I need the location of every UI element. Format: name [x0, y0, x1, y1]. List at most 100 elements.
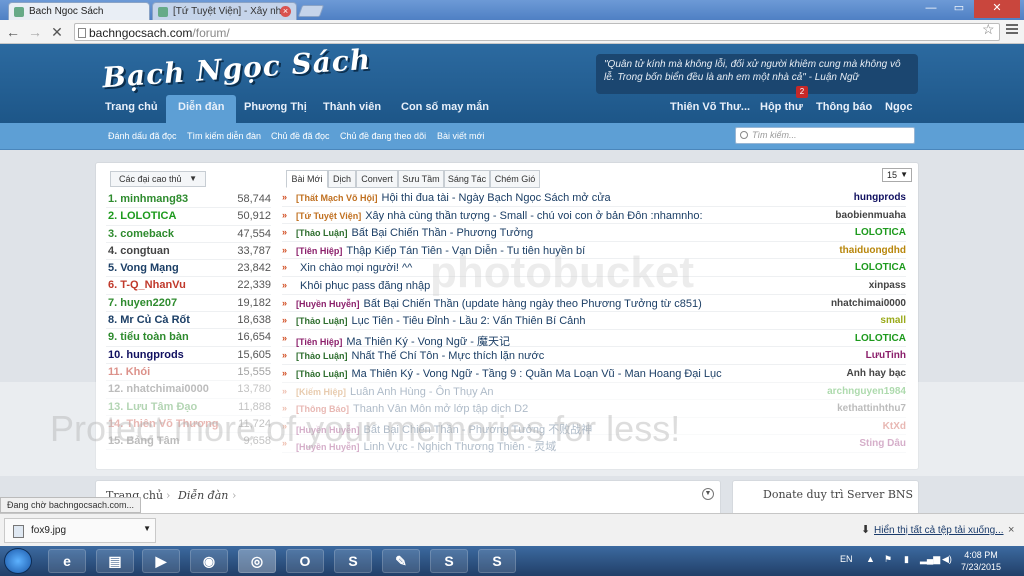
close-tab-icon[interactable]: × — [280, 6, 291, 17]
ranking-row[interactable]: 7. huyen2207 19,182 — [106, 295, 271, 313]
thread-title-link[interactable]: [Tiên Hiệp] Ma Thiên Ký - Vong Ngữ - 魔天记 — [296, 333, 510, 349]
ranking-username[interactable]: 4. congtuan — [108, 245, 170, 257]
thread-row[interactable]: » [Thất Mạch Võ Hội] Hội thi đua tài - Ngà… — [282, 189, 906, 207]
chrome-menu-icon[interactable] — [1006, 24, 1018, 36]
thread-title-link[interactable]: [Thất Mạch Võ Hội] Hội thi đua tài - Ngày… — [296, 192, 611, 204]
ranking-username[interactable]: 2. LOLOTICA — [108, 210, 176, 222]
tab-convert[interactable]: Convert — [356, 170, 398, 188]
paint-icon[interactable]: ✎ — [382, 549, 420, 573]
thread-title-link[interactable]: [Thảo Luận] Ma Thiên Ký - Vong Ngữ - Tầng… — [296, 368, 722, 380]
ranking-row[interactable]: 1. minhmang83 58,744 — [106, 191, 271, 209]
ranking-username[interactable]: 5. Vong Mạng — [108, 262, 179, 274]
file-explorer-icon[interactable]: ▤ — [96, 549, 134, 573]
chrome-icon[interactable]: ◎ — [238, 549, 276, 573]
ranking-row[interactable]: 10. hungprods 15,605 — [106, 347, 271, 364]
thread-last-poster[interactable]: hungprods — [854, 192, 906, 203]
ranking-username[interactable]: 8. Mr Củ Cà Rốt — [108, 314, 190, 326]
nav-dien-dan[interactable]: Diễn đàn — [166, 95, 237, 123]
tray-flag-icon[interactable]: ⚑ — [884, 554, 892, 565]
back-button[interactable]: ← — [4, 23, 22, 41]
network-icon[interactable]: ▮ — [904, 554, 909, 565]
tab-suu-tam[interactable]: Sưu Tầm — [398, 170, 444, 188]
close-download-bar-icon[interactable]: × — [1008, 524, 1014, 536]
ranking-username[interactable]: 10. hungprods — [108, 349, 184, 361]
ranking-row[interactable]: 4. congtuan 33,787 — [106, 243, 271, 261]
ranking-username[interactable]: 3. comeback — [108, 228, 174, 240]
ranking-row[interactable]: 11. Khói 15,555 — [106, 364, 271, 382]
subnav-mark-read[interactable]: Đánh dấu đã đọc — [108, 131, 177, 141]
tab-bach-ngoc-sach[interactable]: Bach Ngoc Sách — [8, 2, 150, 20]
skype-icon[interactable]: S — [334, 549, 372, 573]
ranking-row[interactable]: 8. Mr Củ Cà Rốt 18,638 — [106, 312, 271, 330]
tab-tu-tuyet-vien[interactable]: [Tứ Tuyệt Viện] - Xây nhà × — [152, 2, 297, 20]
ranking-username[interactable]: 11. Khói — [108, 366, 150, 378]
skype-icon[interactable]: S — [478, 549, 516, 573]
thread-last-poster[interactable]: baobienmuaha — [835, 210, 906, 221]
thread-last-poster[interactable]: thaiduongdhd — [839, 245, 906, 256]
thread-row[interactable]: » [Thảo Luận] Ma Thiên Ký - Vong Ngữ - Tần… — [282, 365, 906, 383]
nav-hop-thu[interactable]: Hộp thư — [760, 101, 803, 113]
new-tab-button[interactable] — [297, 5, 325, 17]
thread-title-link[interactable]: [Thảo Luận] Nhất Thế Chí Tôn - Mực thích … — [296, 350, 544, 362]
ranking-row[interactable]: 5. Vong Mạng 23,842 — [106, 260, 271, 278]
site-logo[interactable]: Bạch Ngọc Sách — [101, 43, 372, 95]
thread-title-link[interactable]: [Thảo Luận] Bất Bại Chiến Thần - Phương T… — [296, 227, 533, 239]
ranking-username[interactable]: 6. T-Q_NhanVu — [108, 279, 186, 291]
thread-row[interactable]: » [Thảo Luận] Bất Bại Chiến Thần - Phương … — [282, 224, 906, 242]
thread-last-poster[interactable]: LOLOTICA — [855, 262, 906, 273]
windows-start-button[interactable] — [4, 548, 32, 574]
show-all-downloads-link[interactable]: Hiển thị tất cả tệp tải xuống... — [874, 525, 1004, 536]
thread-row[interactable]: » [Tiên Hiệp] Ma Thiên Ký - Vong Ngữ - 魔天记… — [282, 330, 906, 348]
close-window-button[interactable]: ✕ — [974, 0, 1020, 18]
thread-row[interactable]: » [Thảo Luận] Nhất Thế Chí Tôn - Mực thích… — [282, 347, 906, 365]
bookmark-star-icon[interactable]: ☆ — [982, 21, 995, 38]
skype-icon[interactable]: S — [430, 549, 468, 573]
ranking-dropdown[interactable]: Các đại cao thủ ▼ — [110, 171, 206, 187]
media-player-icon[interactable]: ▶ — [142, 549, 180, 573]
tab-dich[interactable]: Dịch — [328, 170, 356, 188]
tray-arrow-icon[interactable]: ▲ — [866, 554, 875, 564]
stop-reload-button[interactable]: ✕ — [48, 23, 66, 41]
thread-last-poster[interactable]: nhatchimai0000 — [831, 298, 906, 309]
nav-thanh-vien[interactable]: Thành viên — [323, 101, 381, 113]
collapse-circle-icon[interactable]: ▼ — [702, 488, 714, 500]
ranking-row[interactable]: 9. tiểu toàn bàn 16,654 — [106, 329, 271, 347]
nav-trang-chu[interactable]: Trang chủ — [105, 101, 158, 113]
thread-row[interactable]: » [Thảo Luận] Lục Tiên - Tiêu Đỉnh - Lầu 2… — [282, 312, 906, 330]
thread-title-link[interactable]: [Tứ Tuyệt Viện] Xây nhà cùng thần tượng -… — [296, 210, 703, 222]
ranking-row[interactable]: 2. LOLOTICA 50,912 — [106, 208, 271, 226]
thread-last-poster[interactable]: Anh hay bạc — [847, 368, 906, 379]
thread-last-poster[interactable]: LưuTinh — [866, 350, 906, 361]
tab-sang-tac[interactable]: Sáng Tác — [444, 170, 490, 188]
ranking-username[interactable]: 7. huyen2207 — [108, 297, 177, 309]
ranking-username[interactable]: 1. minhmang83 — [108, 193, 188, 205]
signal-icon[interactable]: ▂▄▆ — [920, 554, 940, 565]
ranking-row[interactable]: 6. T-Q_NhanVu 22,339 — [106, 277, 271, 295]
thread-count-select[interactable]: 15 ▼ — [882, 168, 912, 182]
subnav-search-forum[interactable]: Tìm kiếm diễn đàn — [187, 131, 261, 141]
tab-chem-gio[interactable]: Chém Gió — [490, 170, 540, 188]
subnav-read-threads[interactable]: Chủ đề đã đọc — [271, 131, 330, 141]
thread-last-poster[interactable]: LOLOTICA — [855, 227, 906, 238]
maximize-button[interactable]: ▭ — [946, 0, 972, 18]
firefox-icon[interactable]: ◉ — [190, 549, 228, 573]
subnav-watched-threads[interactable]: Chủ đề đang theo dõi — [340, 131, 426, 141]
nav-con-so-may-man[interactable]: Con số may mắn — [401, 101, 489, 113]
volume-icon[interactable]: ◀) — [942, 554, 952, 565]
nav-user-account[interactable]: Thiên Võ Thư... — [670, 101, 750, 113]
thread-title-link[interactable]: [Huyền Huyễn] Bất Bại Chiến Thần (update … — [296, 298, 702, 310]
nav-phuong-thi[interactable]: Phương Thị — [244, 101, 307, 113]
minimize-button[interactable]: — — [918, 0, 944, 18]
internet-explorer-icon[interactable]: e — [48, 549, 86, 573]
nav-ngoc[interactable]: Ngọc — [885, 101, 913, 113]
chevron-down-icon[interactable]: ▼ — [143, 524, 151, 533]
language-indicator[interactable]: EN — [840, 554, 853, 564]
thread-last-poster[interactable]: small — [880, 315, 906, 326]
nav-thong-bao[interactable]: Thông báo — [816, 101, 872, 113]
search-input[interactable]: Tìm kiếm... — [735, 127, 915, 144]
thread-title-link[interactable]: Khôi phục pass đăng nhập — [296, 280, 430, 292]
thread-row[interactable]: » [Tứ Tuyệt Viện] Xây nhà cùng thần tượng … — [282, 207, 906, 225]
taskbar-clock[interactable]: 4:08 PM 7/23/2015 — [961, 549, 1001, 573]
thread-last-poster[interactable]: xinpass — [869, 280, 906, 291]
address-bar[interactable]: bachngocsach.com/forum/ — [74, 23, 1000, 41]
